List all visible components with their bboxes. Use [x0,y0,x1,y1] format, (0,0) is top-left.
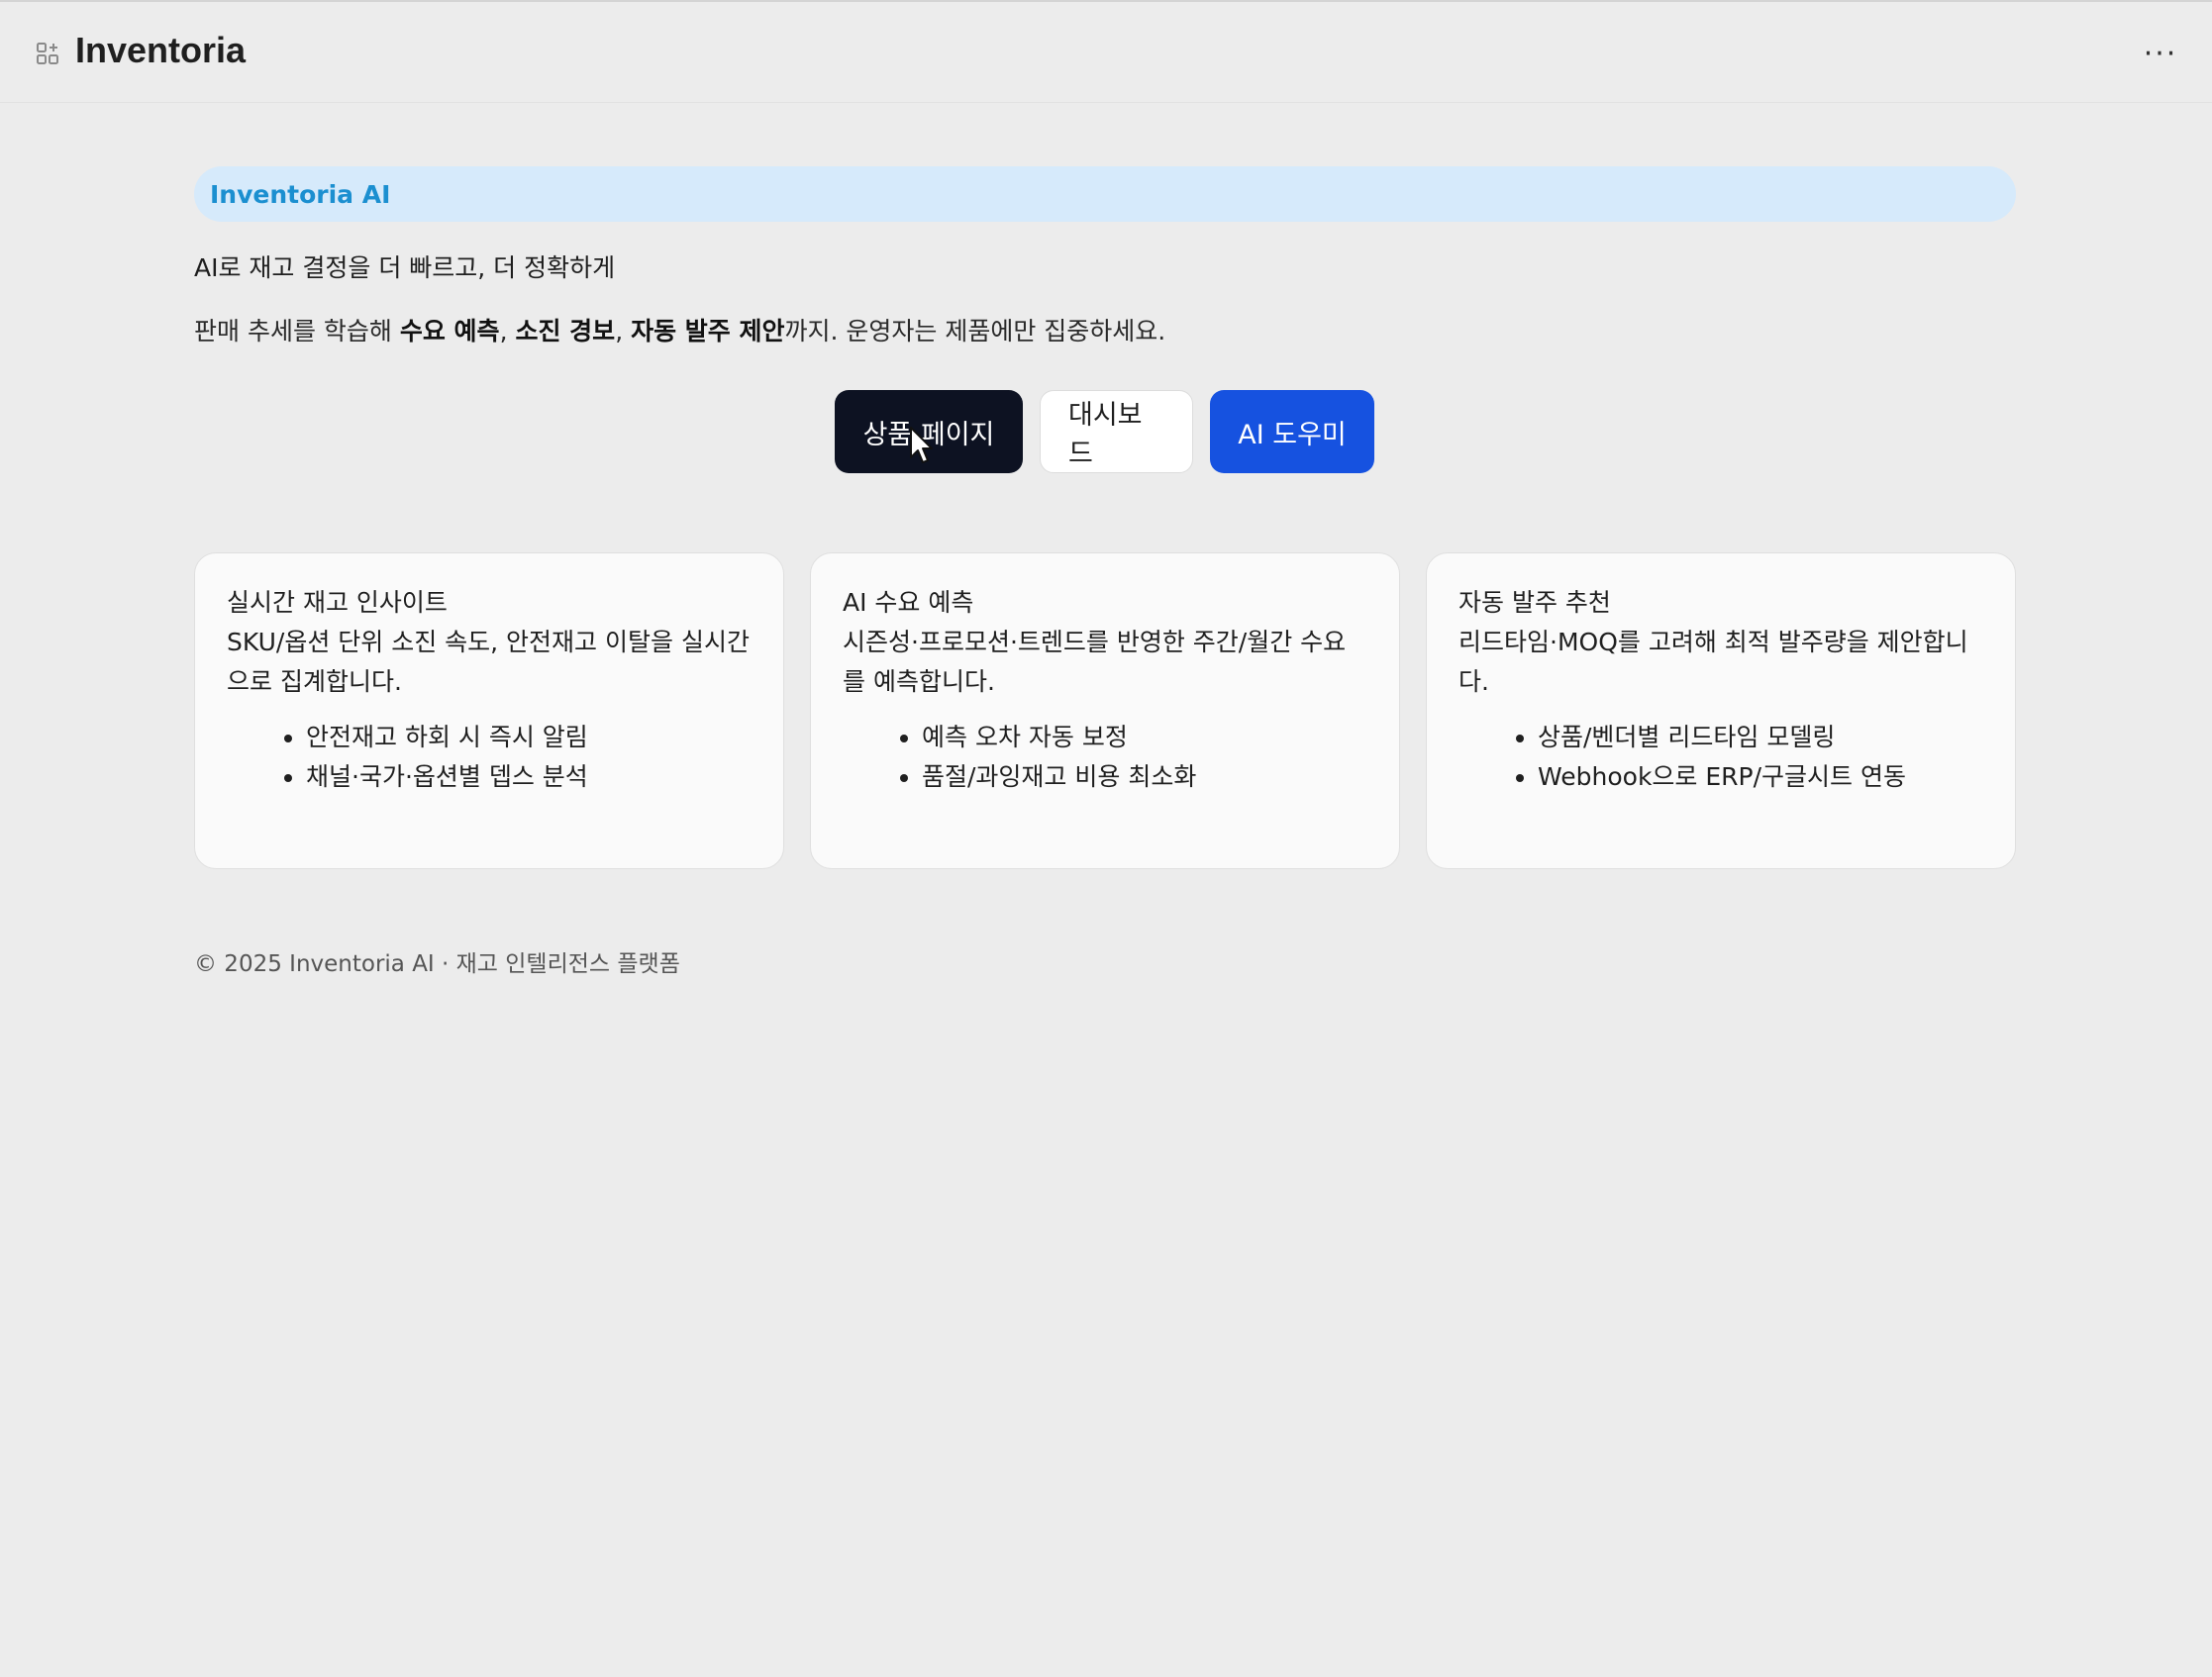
hero-sub-suffix: 까지. 운영자는 제품에만 집중하세요. [784,317,1166,345]
hero-headline: AI로 재고 결정을 더 빠르고, 더 정확하게 [194,253,616,282]
card-description: 시즌성·프로모션·트렌드를 반영한 주간/월간 수요를 예측합니다. [843,628,1347,696]
hero-sub-bold-demand: 수요 예측 [399,317,500,345]
card-bullet: 안전재고 하회 시 즉시 알림 [306,718,752,757]
card-title: AI 수요 예측 [843,588,974,617]
hero-badge: Inventoria AI [194,166,2016,222]
hero-subline: 판매 추세를 학습해 수요 예측, 소진 경보, 자동 발주 제안까지. 운영자… [194,315,2016,348]
card-bullet: 품절/과잉재고 비용 최소화 [922,757,1367,797]
hero-sub-bold-order: 자동 발주 제안 [631,317,785,345]
feature-card-demand-forecast: AI 수요 예측 시즌성·프로모션·트렌드를 반영한 주간/월간 수요를 예측합… [810,552,1400,869]
app-grid-icon[interactable] [36,42,59,65]
top-bar: Inventoria ··· [0,0,2212,103]
feature-card-inventory-insight: 실시간 재고 인사이트 SKU/옵션 단위 소진 속도, 안전재고 이탈을 실시… [194,552,784,869]
app-title: Inventoria [75,30,247,70]
hero-sub-sep: , [499,317,516,345]
hero-sub-bold-alert: 소진 경보 [515,317,616,345]
more-horizontal-icon[interactable]: ··· [2139,36,2182,71]
card-description: SKU/옵션 단위 소진 속도, 안전재고 이탈을 실시간으로 집계합니다. [227,628,750,696]
hero-sub-prefix: 판매 추세를 학습해 [194,317,400,345]
card-title: 자동 발주 추천 [1458,588,1611,617]
card-bullet: 채널·국가·옵션별 뎁스 분석 [306,757,752,797]
card-bullets: 상품/벤더별 리드타임 모델링 Webhook으로 ERP/구글시트 연동 [1458,718,1983,797]
mouse-cursor-icon [910,427,933,463]
hero-badge-label: Inventoria AI [210,179,391,209]
card-bullet: Webhook으로 ERP/구글시트 연동 [1538,757,1983,797]
hero-sub-sep: , [615,317,632,345]
card-title: 실시간 재고 인사이트 [227,588,448,617]
footer-text: © 2025 Inventoria AI · 재고 인텔리전스 플랫폼 [194,951,680,977]
card-description: 리드타임·MOQ를 고려해 최적 발주량을 제안합니다. [1458,628,1968,696]
feature-cards: 실시간 재고 인사이트 SKU/옵션 단위 소진 속도, 안전재고 이탈을 실시… [194,552,2016,869]
ai-helper-button[interactable]: AI 도우미 [1210,390,1374,473]
card-bullets: 안전재고 하회 시 즉시 알림 채널·국가·옵션별 뎁스 분석 [227,718,752,797]
card-bullet: 예측 오차 자동 보정 [922,718,1367,757]
card-bullet: 상품/벤더별 리드타임 모델링 [1538,718,1983,757]
dashboard-button[interactable]: 대시보드 [1040,390,1193,473]
feature-card-auto-order: 자동 발주 추천 리드타임·MOQ를 고려해 최적 발주량을 제안합니다. 상품… [1426,552,2016,869]
hero-section: Inventoria AI AI로 재고 결정을 더 빠르고, 더 정확하게 판… [194,166,2016,348]
card-bullets: 예측 오차 자동 보정 품절/과잉재고 비용 최소화 [843,718,1367,797]
